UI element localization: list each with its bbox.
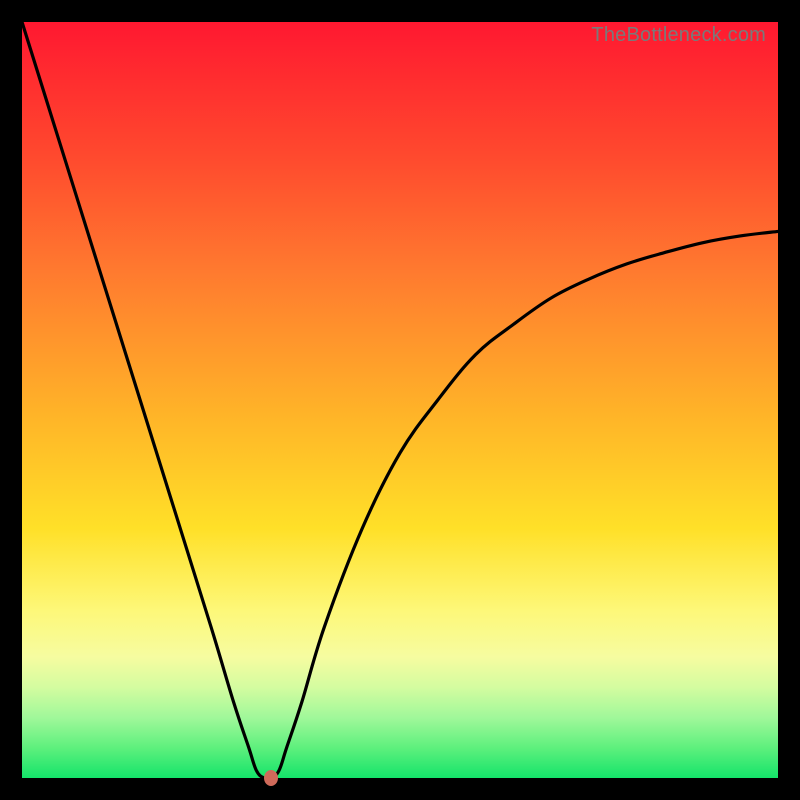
optimal-point-marker <box>264 770 278 786</box>
outer-frame: TheBottleneck.com <box>0 0 800 800</box>
plot-area: TheBottleneck.com <box>22 22 778 778</box>
bottleneck-curve <box>22 22 778 778</box>
